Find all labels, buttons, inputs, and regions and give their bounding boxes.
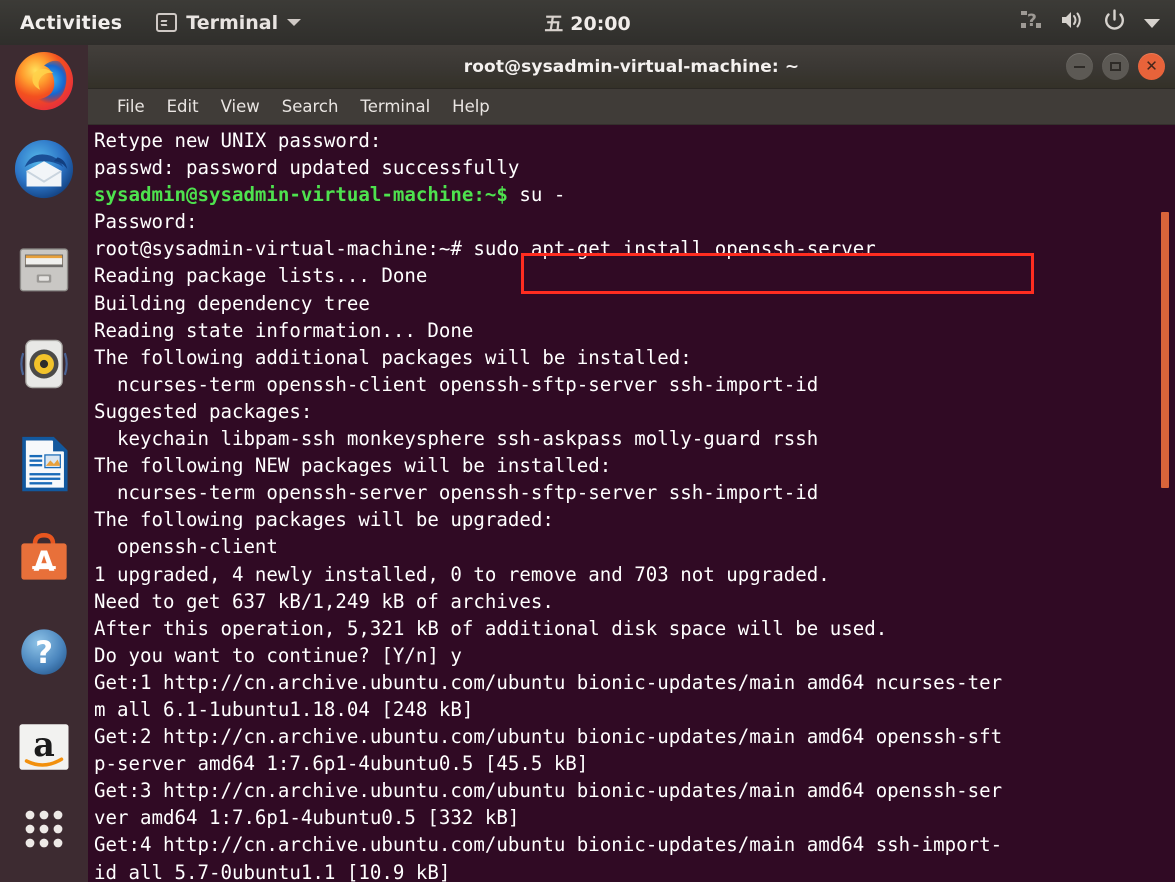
terminal-line: Get:4 http://cn.archive.ubuntu.com/ubunt…: [94, 833, 1003, 857]
files-icon: [19, 248, 69, 292]
amazon-icon: a: [19, 724, 69, 770]
topbar-app-name: Terminal: [186, 11, 279, 34]
terminal-text: Retype new UNIX password: passwd: passwor…: [94, 127, 1002, 882]
shell-command: sudo apt-get install openssh-server: [461, 237, 876, 261]
terminal-window: root@sysadmin-virtual-machine: ~ ✕ File …: [88, 45, 1175, 882]
terminal-output-area[interactable]: Retype new UNIX password: passwd: passwor…: [88, 125, 1175, 882]
svg-text:A: A: [33, 547, 54, 578]
dock-item-ubuntu-software[interactable]: A: [10, 523, 78, 591]
terminal-line: root@sysadmin-virtual-machine:~# sudo ap…: [94, 235, 1002, 262]
terminal-line: Reading state information... Done: [94, 318, 474, 342]
terminal-line: Get:1 http://cn.archive.ubuntu.com/ubunt…: [94, 670, 1003, 694]
window-titlebar[interactable]: root@sysadmin-virtual-machine: ~ ✕: [88, 45, 1175, 89]
maximize-button[interactable]: [1102, 53, 1129, 80]
close-button[interactable]: ✕: [1138, 53, 1165, 80]
menu-file[interactable]: File: [106, 94, 156, 119]
svg-text:a: a: [33, 725, 55, 764]
menu-terminal[interactable]: Terminal: [349, 94, 441, 119]
power-icon[interactable]: [1103, 8, 1126, 37]
terminal-line: Password:: [94, 210, 198, 234]
ubuntu-software-icon: A: [21, 532, 67, 580]
dock-item-amazon[interactable]: a: [10, 713, 78, 781]
terminal-line: 1 upgraded, 4 newly installed, 0 to remo…: [94, 562, 830, 586]
menu-edit[interactable]: Edit: [156, 94, 210, 119]
shell-prompt-root: root@sysadmin-virtual-machine:~#: [94, 237, 462, 261]
terminal-scrollbar-thumb[interactable]: [1161, 212, 1169, 488]
dock-item-libreoffice-writer[interactable]: [10, 430, 78, 498]
activities-button[interactable]: Activities: [12, 10, 130, 36]
topbar-app-menu[interactable]: Terminal: [156, 11, 302, 34]
svg-text:?: ?: [35, 635, 53, 671]
terminal-line: The following additional packages will b…: [94, 345, 692, 369]
terminal-line: After this operation, 5,321 kB of additi…: [94, 616, 888, 640]
terminal-line: id all 5.7-0ubuntu1.1 [10.9 kB]: [94, 860, 451, 882]
dock-item-show-applications[interactable]: [10, 795, 78, 863]
terminal-line: passwd: password updated successfully: [94, 156, 520, 180]
dock-item-files[interactable]: [10, 235, 78, 303]
thunderbird-icon: [14, 139, 74, 199]
chevron-down-icon: [287, 19, 302, 26]
terminal-line: sysadmin@sysadmin-virtual-machine:~$ su …: [94, 181, 1002, 208]
maximize-icon: [1110, 62, 1121, 71]
window-controls: ✕: [1066, 45, 1165, 88]
terminal-line: keychain libpam-ssh monkeysphere ssh-ask…: [94, 427, 819, 451]
minimize-button[interactable]: [1066, 53, 1093, 80]
dock-item-thunderbird[interactable]: [10, 135, 78, 203]
volume-icon[interactable]: [1060, 9, 1086, 36]
terminal-menubar: File Edit View Search Terminal Help: [88, 89, 1175, 125]
system-menu-caret-icon[interactable]: [1143, 12, 1161, 34]
screen: Activities Terminal 五 20:00 ? A ? a root…: [0, 0, 1175, 882]
ubuntu-launcher-dock: A ? a: [0, 45, 88, 882]
dock-item-help[interactable]: ?: [10, 618, 78, 686]
clock-day: 五: [544, 13, 564, 35]
terminal-line: p-server amd64 1:7.6p1-4ubuntu0.5 [45.5 …: [94, 752, 589, 776]
libreoffice-writer-icon: [22, 436, 68, 492]
help-icon: ?: [21, 629, 67, 675]
dock-item-rhythmbox[interactable]: [10, 330, 78, 398]
clock-time: 20:00: [570, 13, 631, 35]
terminal-line: ncurses-term openssh-server openssh-sftp…: [94, 481, 819, 505]
shell-command: su -: [507, 183, 566, 207]
firefox-icon: [14, 51, 74, 111]
dock-item-firefox[interactable]: [10, 47, 78, 115]
close-icon: ✕: [1145, 57, 1158, 75]
menu-help[interactable]: Help: [441, 94, 501, 119]
terminal-line: m all 6.1-1ubuntu1.18.04 [248 kB]: [94, 697, 474, 721]
terminal-line: Reading package lists... Done: [94, 264, 428, 288]
terminal-line: The following NEW packages will be insta…: [94, 454, 612, 478]
keyboard-input-icon[interactable]: ?: [1019, 9, 1043, 36]
terminal-line: Building dependency tree: [94, 291, 370, 315]
svg-text:?: ?: [1027, 11, 1037, 31]
menu-view[interactable]: View: [210, 94, 271, 119]
terminal-line: ncurses-term openssh-client openssh-sftp…: [94, 372, 819, 396]
terminal-line: ver amd64 1:7.6p1-4ubuntu0.5 [332 kB]: [94, 806, 520, 830]
terminal-line: Suggested packages:: [94, 399, 313, 423]
terminal-scrollbar[interactable]: [1158, 125, 1175, 882]
terminal-line: Get:3 http://cn.archive.ubuntu.com/ubunt…: [94, 779, 1003, 803]
minimize-icon: [1074, 65, 1085, 68]
terminal-line: The following packages will be upgraded:: [94, 508, 554, 532]
shell-prompt-user: sysadmin@sysadmin-virtual-machine:~$: [94, 183, 508, 207]
menu-search[interactable]: Search: [271, 94, 350, 119]
terminal-line: Do you want to continue? [Y/n] y: [94, 643, 462, 667]
show-applications-icon: [25, 810, 63, 848]
terminal-icon: [156, 13, 178, 32]
window-title: root@sysadmin-virtual-machine: ~: [463, 56, 800, 77]
rhythmbox-icon: [20, 339, 68, 389]
terminal-line: Need to get 637 kB/1,249 kB of archives.: [94, 589, 554, 613]
terminal-line: Retype new UNIX password:: [94, 129, 382, 152]
system-tray[interactable]: ?: [1019, 8, 1161, 37]
terminal-line: openssh-client: [94, 535, 278, 559]
gnome-top-bar: Activities Terminal 五 20:00 ?: [0, 0, 1175, 45]
terminal-line: Get:2 http://cn.archive.ubuntu.com/ubunt…: [94, 725, 1003, 749]
